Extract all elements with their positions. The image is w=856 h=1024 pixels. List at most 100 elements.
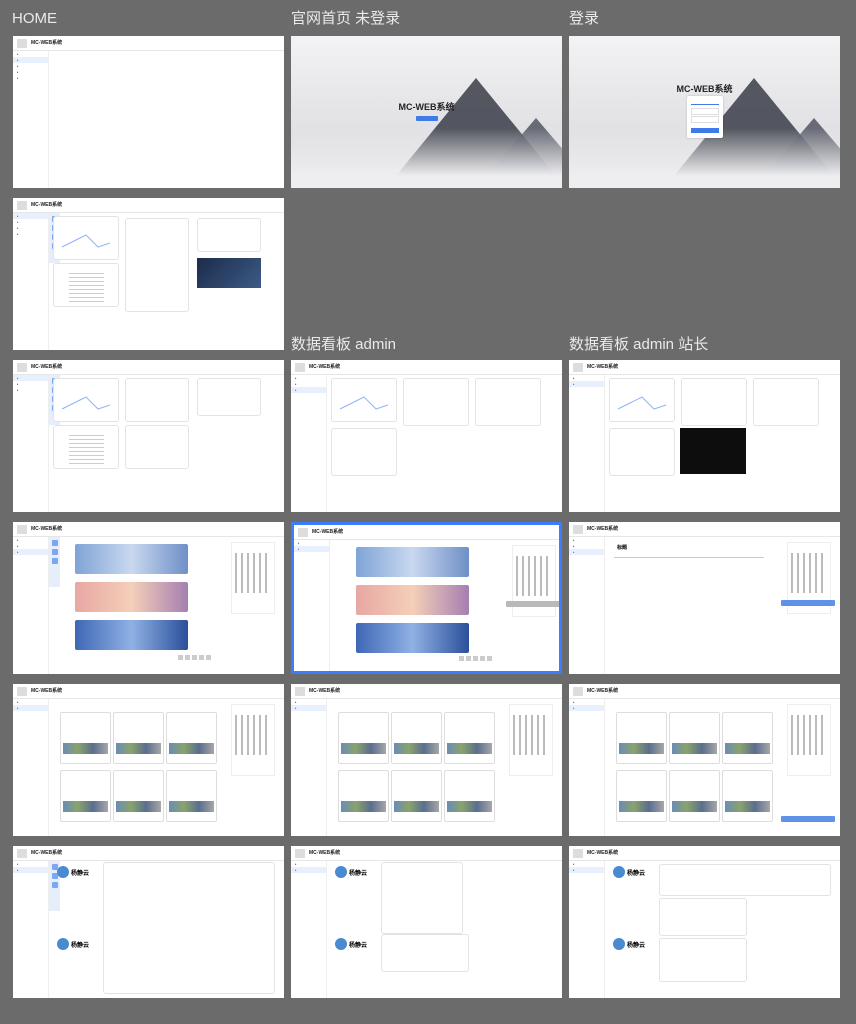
avatar[interactable] [613,938,625,950]
post-card[interactable] [444,770,495,822]
post-card[interactable] [166,770,217,822]
password-field[interactable] [691,116,719,123]
sidebar-item[interactable]: ▸ [569,381,604,387]
post-images[interactable] [725,743,770,754]
login-button[interactable] [691,128,719,133]
post-card[interactable] [616,770,667,822]
post-card[interactable] [338,712,389,764]
post-images[interactable] [394,801,439,812]
thumb-activity-admin[interactable]: MC-WEB系统 ▸ ▸ [291,522,562,674]
console-terminal[interactable] [680,428,746,474]
action-button[interactable] [506,601,559,607]
publish-button[interactable] [781,600,835,606]
thumb-landing[interactable]: MC-WEB系统 [291,36,562,188]
pagination[interactable] [178,655,212,660]
post-images[interactable] [341,801,386,812]
thumb-activity-editor[interactable]: MC-WEB系统 ▸ ▸ ▸ 标题 [569,522,840,674]
sidebar-item[interactable]: ▸ [13,705,48,711]
thumb-profile-2[interactable]: MC-WEB系统 ▸ ▸ 杨静云 杨静云 [291,846,562,998]
calendar-grid[interactable] [235,553,271,593]
calendar-grid[interactable] [791,715,827,755]
post-images[interactable] [672,801,717,812]
avatar[interactable] [57,938,69,950]
calendar[interactable] [787,704,831,776]
post-images[interactable] [725,801,770,812]
activity-banner[interactable] [356,623,469,653]
post-images[interactable] [672,743,717,754]
login-tabs[interactable] [691,100,719,105]
editor-toolbar[interactable] [614,554,764,558]
lightning-icon[interactable] [51,558,58,564]
calendar[interactable] [231,542,275,614]
post-images[interactable] [619,743,664,754]
post-card[interactable] [722,712,773,764]
thumb-posts-1[interactable]: MC-WEB系统 ▸ ▸ [13,684,284,836]
sidebar-item[interactable]: ▸ [13,231,48,237]
tool-icon[interactable] [51,540,58,546]
sidebar-item[interactable]: ▸ [569,705,604,711]
post-images[interactable] [619,801,664,812]
sidebar-item[interactable]: ▸ [569,549,604,555]
thumb-home[interactable]: MC-WEB系统 ▸ ▸ ▸ ▸ ▸ [13,36,284,188]
post-card[interactable] [113,770,164,822]
avatar[interactable] [613,866,625,878]
post-card[interactable] [60,712,111,764]
avatar[interactable] [335,938,347,950]
thumb-profile-1[interactable]: MC-WEB系统 ▸ ▸ 杨静云 杨静云 [13,846,284,998]
post-images[interactable] [116,743,161,754]
pagination[interactable] [459,656,493,661]
activity-banner[interactable] [75,544,188,574]
post-images[interactable] [116,801,161,812]
post-images[interactable] [169,743,214,754]
action-button[interactable] [781,816,835,822]
avatar[interactable] [335,866,347,878]
sidebar-item[interactable]: ▸ [291,867,326,873]
sidebar-item[interactable]: ▸ [13,867,48,873]
post-card[interactable] [669,770,720,822]
post-card[interactable] [60,770,111,822]
post-card[interactable] [391,712,442,764]
activity-banner[interactable] [356,585,469,615]
post-images[interactable] [447,801,492,812]
tool-icon[interactable] [51,549,58,555]
sidebar-item[interactable]: ▸ [13,75,48,81]
activity-banner[interactable] [75,582,188,612]
calendar-grid[interactable] [235,715,271,755]
thumb-activity-user[interactable]: MC-WEB系统 ▸ ▸ ▸ [13,522,284,674]
activity-banner[interactable] [356,547,469,577]
activity-banner[interactable] [75,620,188,650]
post-images[interactable] [169,801,214,812]
sidebar-item[interactable]: ▸ [569,867,604,873]
editor-title[interactable]: 标题 [617,544,627,551]
thumb-profile-3[interactable]: MC-WEB系统 ▸ ▸ 杨静云 杨静云 [569,846,840,998]
thumb-dashboard-admin[interactable]: MC-WEB系统 ▸ ▸ ▸ [291,360,562,512]
post-card[interactable] [338,770,389,822]
calendar[interactable] [509,704,553,776]
post-images[interactable] [63,801,108,812]
enter-button[interactable] [416,116,438,121]
avatar[interactable] [57,866,69,878]
post-images[interactable] [394,743,439,754]
sidebar-item[interactable]: ▸ [291,387,326,393]
post-card[interactable] [391,770,442,822]
calendar-grid[interactable] [516,556,552,596]
post-card[interactable] [722,770,773,822]
sidebar-item[interactable]: ▸ [291,705,326,711]
sidebar-item[interactable]: ▸ [294,546,329,552]
thumb-dashboard-user[interactable]: MC-WEB系统 ▸ ▸ ▸ [13,360,284,512]
post-card[interactable] [166,712,217,764]
calendar-grid[interactable] [791,553,827,593]
post-card[interactable] [444,712,495,764]
thumb-login[interactable]: MC-WEB系统 [569,36,840,188]
calendar-grid[interactable] [513,715,549,755]
post-card[interactable] [113,712,164,764]
thumb-posts-3[interactable]: MC-WEB系统 ▸ ▸ [569,684,840,836]
username-field[interactable] [691,108,719,115]
calendar[interactable] [231,704,275,776]
thumb-home-dashboard[interactable]: MC-WEB系统 ▸ ▸ ▸ ▸ [13,198,284,350]
post-card[interactable] [616,712,667,764]
thumb-posts-2[interactable]: MC-WEB系统 ▸ ▸ [291,684,562,836]
lightning-icon[interactable] [51,882,58,888]
sidebar-item[interactable]: ▸ [13,549,48,555]
post-images[interactable] [63,743,108,754]
